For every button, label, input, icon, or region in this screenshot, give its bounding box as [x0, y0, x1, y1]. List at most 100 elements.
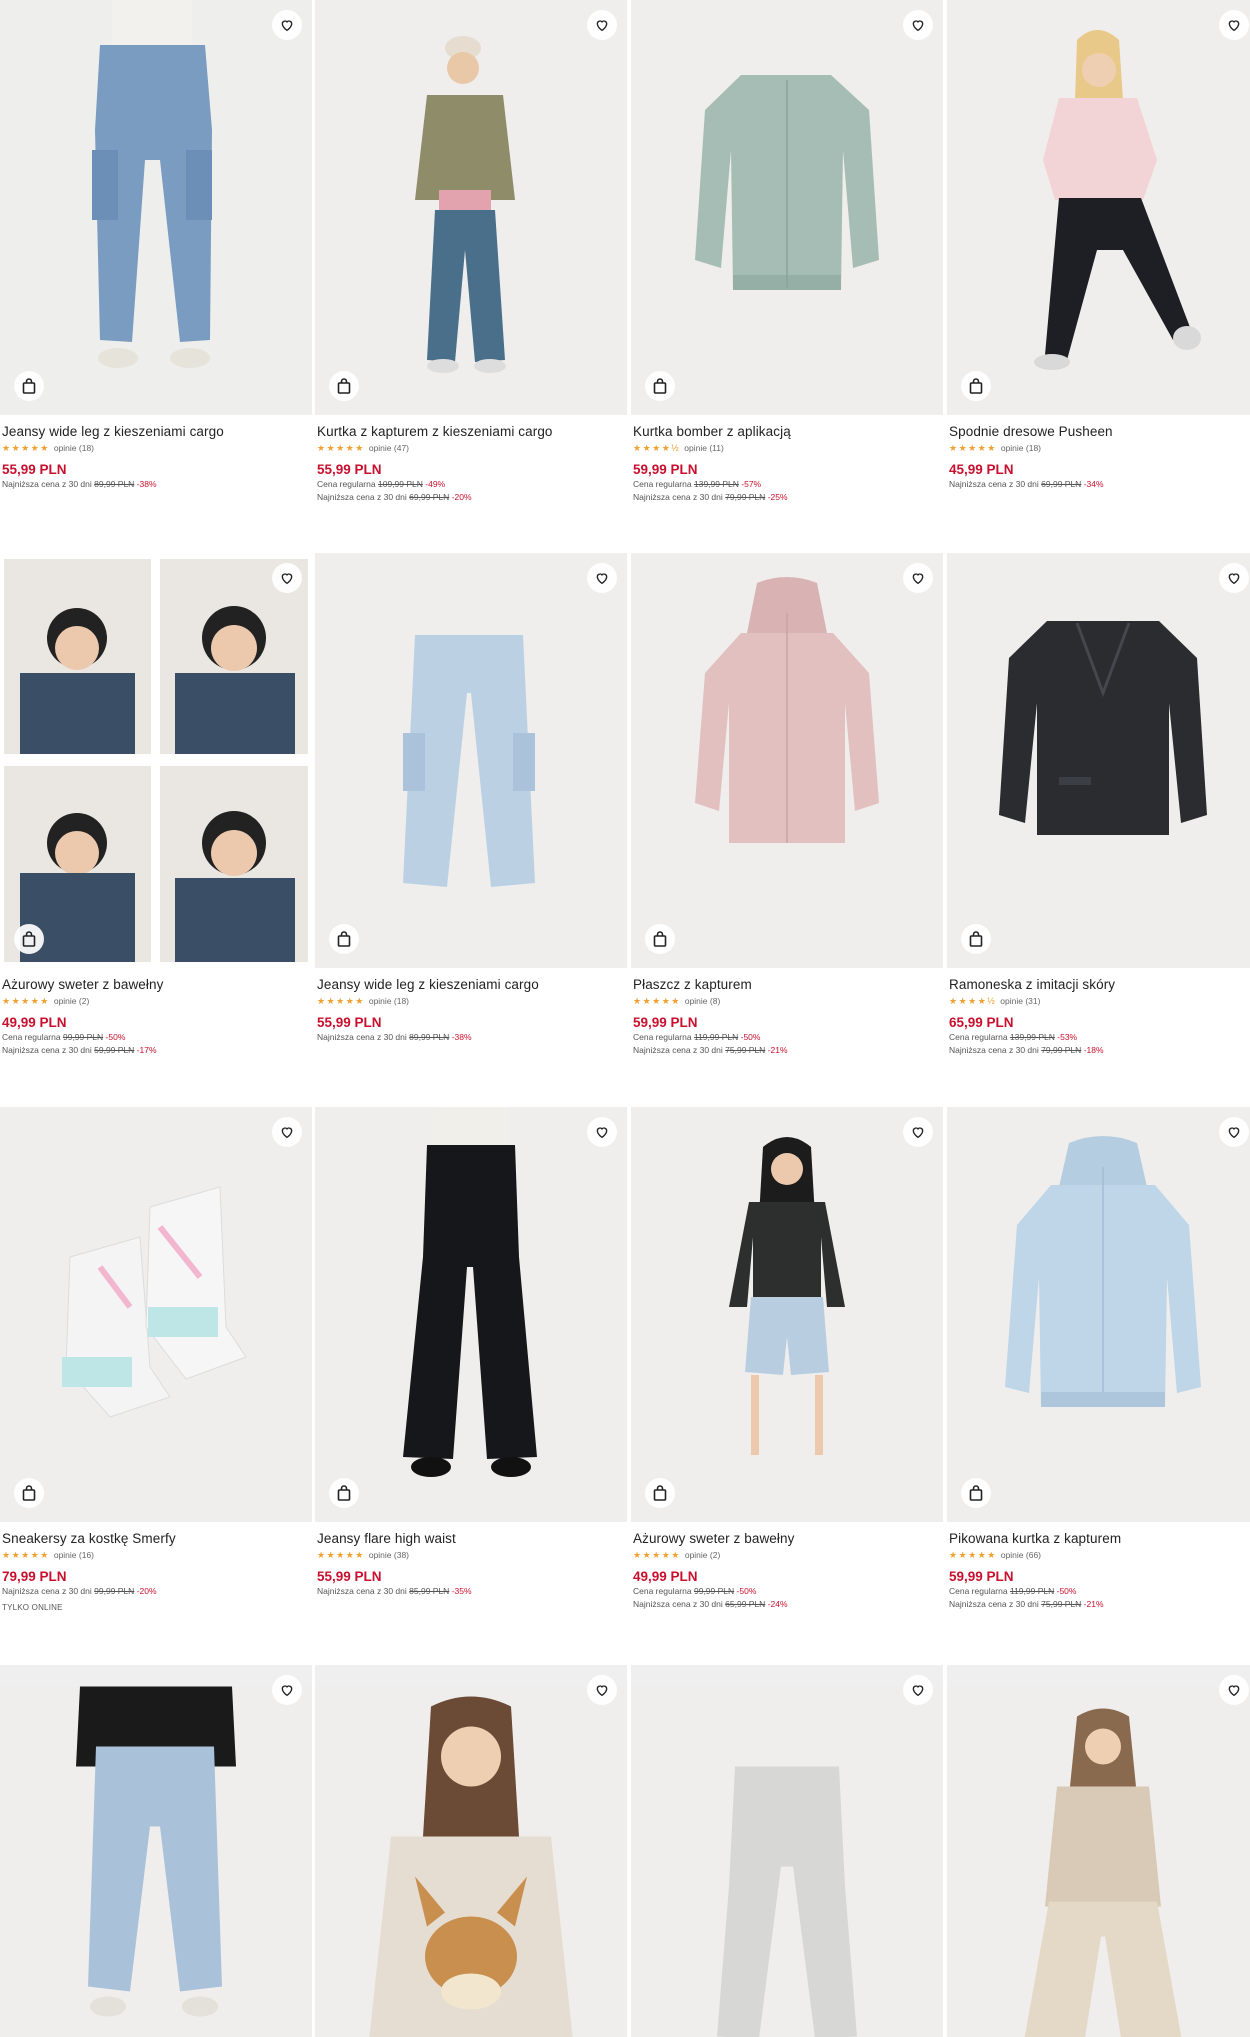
product-image[interactable]	[315, 0, 627, 415]
add-to-bag-button[interactable]	[645, 371, 675, 401]
add-to-bag-button[interactable]	[329, 371, 359, 401]
product-card[interactable]	[0, 1665, 312, 2037]
heart-outline-icon	[596, 1127, 608, 1139]
product-name[interactable]: Ramoneska z imitacji skóry	[949, 976, 1250, 993]
product-image[interactable]	[315, 1665, 627, 2037]
review-count[interactable]: opinie (18)	[54, 443, 94, 454]
product-image[interactable]	[315, 1107, 627, 1522]
product-card[interactable]: Ramoneska z imitacji skóry ★★★★½ opinie (…	[947, 553, 1250, 1057]
product-card[interactable]: Spodnie dresowe Pusheen ★★★★★ opinie (18)…	[947, 0, 1250, 491]
product-card[interactable]: Sneakersy za kostkę Smerfy ★★★★★ opinie (…	[0, 1107, 312, 1612]
product-name[interactable]: Pikowana kurtka z kapturem	[949, 1530, 1250, 1547]
review-count[interactable]: opinie (66)	[1001, 1550, 1041, 1561]
product-card[interactable]: Płaszcz z kapturem ★★★★★ opinie (8) 59,99…	[631, 553, 943, 1057]
product-name[interactable]: Sneakersy za kostkę Smerfy	[2, 1530, 310, 1547]
product-name[interactable]: Jeansy wide leg z kieszeniami cargo	[317, 976, 625, 993]
favorite-button[interactable]	[1219, 10, 1249, 40]
product-name[interactable]: Ażurowy sweter z bawełny	[633, 1530, 941, 1547]
favorite-button[interactable]	[903, 1675, 933, 1705]
product-card[interactable]: Jeansy flare high waist ★★★★★ opinie (38)…	[315, 1107, 627, 1598]
favorite-button[interactable]	[587, 1117, 617, 1147]
product-name[interactable]: Kurtka z kapturem z kieszeniami cargo	[317, 423, 625, 440]
add-to-bag-button[interactable]	[329, 924, 359, 954]
add-to-bag-button[interactable]	[329, 1478, 359, 1508]
favorite-button[interactable]	[272, 10, 302, 40]
product-card[interactable]	[315, 1665, 627, 2037]
review-count[interactable]: opinie (8)	[685, 996, 720, 1007]
add-to-bag-button[interactable]	[14, 1478, 44, 1508]
favorite-button[interactable]	[1219, 1117, 1249, 1147]
review-count[interactable]: opinie (11)	[684, 443, 724, 454]
lowest-price-line: Najniższa cena z 30 dni 65,99 PLN -24%	[633, 1599, 788, 1609]
favorite-button[interactable]	[272, 1117, 302, 1147]
product-name[interactable]: Ażurowy sweter z bawełny	[2, 976, 310, 993]
favorite-button[interactable]	[587, 1675, 617, 1705]
product-image[interactable]	[631, 1665, 943, 2037]
product-photo-cargo-joggers	[0, 1686, 312, 2037]
review-count[interactable]: opinie (2)	[54, 996, 89, 1007]
product-card[interactable]: Pikowana kurtka z kapturem ★★★★★ opinie (…	[947, 1107, 1250, 1611]
add-to-bag-button[interactable]	[961, 1478, 991, 1508]
favorite-button[interactable]	[1219, 1675, 1249, 1705]
product-card[interactable]: Jeansy wide leg z kieszeniami cargo ★★★★…	[315, 553, 627, 1044]
product-card[interactable]: Ażurowy sweter z bawełny ★★★★★ opinie (2)…	[631, 1107, 943, 1611]
lowest-price-line: Najniższa cena z 30 dni 69,99 PLN -34%	[949, 479, 1104, 489]
add-to-bag-button[interactable]	[645, 924, 675, 954]
review-count[interactable]: opinie (2)	[685, 1550, 720, 1561]
product-image[interactable]	[947, 553, 1250, 968]
product-image[interactable]	[0, 553, 312, 968]
product-name[interactable]: Jeansy flare high waist	[317, 1530, 625, 1547]
product-image[interactable]	[631, 1107, 943, 1522]
product-image[interactable]	[947, 0, 1250, 415]
product-photo-quilted-jacket	[947, 1107, 1250, 1522]
review-count[interactable]: opinie (18)	[369, 996, 409, 1007]
review-count[interactable]: opinie (16)	[54, 1550, 94, 1561]
review-count[interactable]: opinie (38)	[369, 1550, 409, 1561]
favorite-button[interactable]	[903, 1117, 933, 1147]
product-image[interactable]	[631, 0, 943, 415]
product-image[interactable]	[0, 1107, 312, 1522]
review-count[interactable]: opinie (47)	[369, 443, 409, 454]
add-to-bag-button[interactable]	[645, 1478, 675, 1508]
review-count[interactable]: opinie (31)	[1000, 996, 1040, 1007]
product-image[interactable]	[315, 553, 627, 968]
product-image[interactable]	[0, 1665, 312, 2037]
add-to-bag-button[interactable]	[961, 924, 991, 954]
product-card[interactable]: Kurtka bomber z aplikacją ★★★★½ opinie (1…	[631, 0, 943, 504]
regular-price-line: Cena regularna 139,99 PLN -57%	[633, 479, 762, 489]
favorite-button[interactable]	[272, 1675, 302, 1705]
favorite-button[interactable]	[903, 563, 933, 593]
favorite-button[interactable]	[903, 10, 933, 40]
product-card[interactable]	[631, 1665, 943, 2037]
product-image[interactable]	[631, 553, 943, 968]
product-card[interactable]: Jeansy wide leg z kieszeniami cargo ★★★★…	[0, 0, 312, 491]
favorite-button[interactable]	[587, 563, 617, 593]
favorite-button[interactable]	[272, 563, 302, 593]
heart-outline-icon	[596, 573, 608, 585]
price: 55,99 PLN	[317, 1569, 382, 1584]
shopping-bag-icon	[337, 1485, 351, 1501]
add-to-bag-button[interactable]	[961, 371, 991, 401]
product-card[interactable]: Ażurowy sweter z bawełny ★★★★★ opinie (2)…	[0, 553, 312, 1057]
regular-price-line: Cena regularna 139,99 PLN -53%	[949, 1032, 1078, 1042]
product-image[interactable]	[0, 0, 312, 415]
product-image[interactable]	[947, 1665, 1250, 2037]
product-name[interactable]: Jeansy wide leg z kieszeniami cargo	[2, 423, 310, 440]
add-to-bag-button[interactable]	[14, 924, 44, 954]
review-count[interactable]: opinie (18)	[1001, 443, 1041, 454]
favorite-button[interactable]	[1219, 563, 1249, 593]
shopping-bag-icon	[653, 931, 667, 947]
product-name[interactable]: Płaszcz z kapturem	[633, 976, 941, 993]
add-to-bag-button[interactable]	[14, 371, 44, 401]
price: 59,99 PLN	[949, 1569, 1014, 1584]
shopping-bag-icon	[337, 378, 351, 394]
price: 49,99 PLN	[2, 1015, 67, 1030]
product-name[interactable]: Kurtka bomber z aplikacją	[633, 423, 941, 440]
product-card[interactable]: Kurtka z kapturem z kieszeniami cargo ★★…	[315, 0, 627, 504]
favorite-button[interactable]	[587, 10, 617, 40]
rating-stars: ★★★★½	[633, 443, 681, 453]
product-card[interactable]	[947, 1665, 1250, 2037]
product-name[interactable]: Spodnie dresowe Pusheen	[949, 423, 1250, 440]
product-image[interactable]	[947, 1107, 1250, 1522]
price: 65,99 PLN	[949, 1015, 1014, 1030]
